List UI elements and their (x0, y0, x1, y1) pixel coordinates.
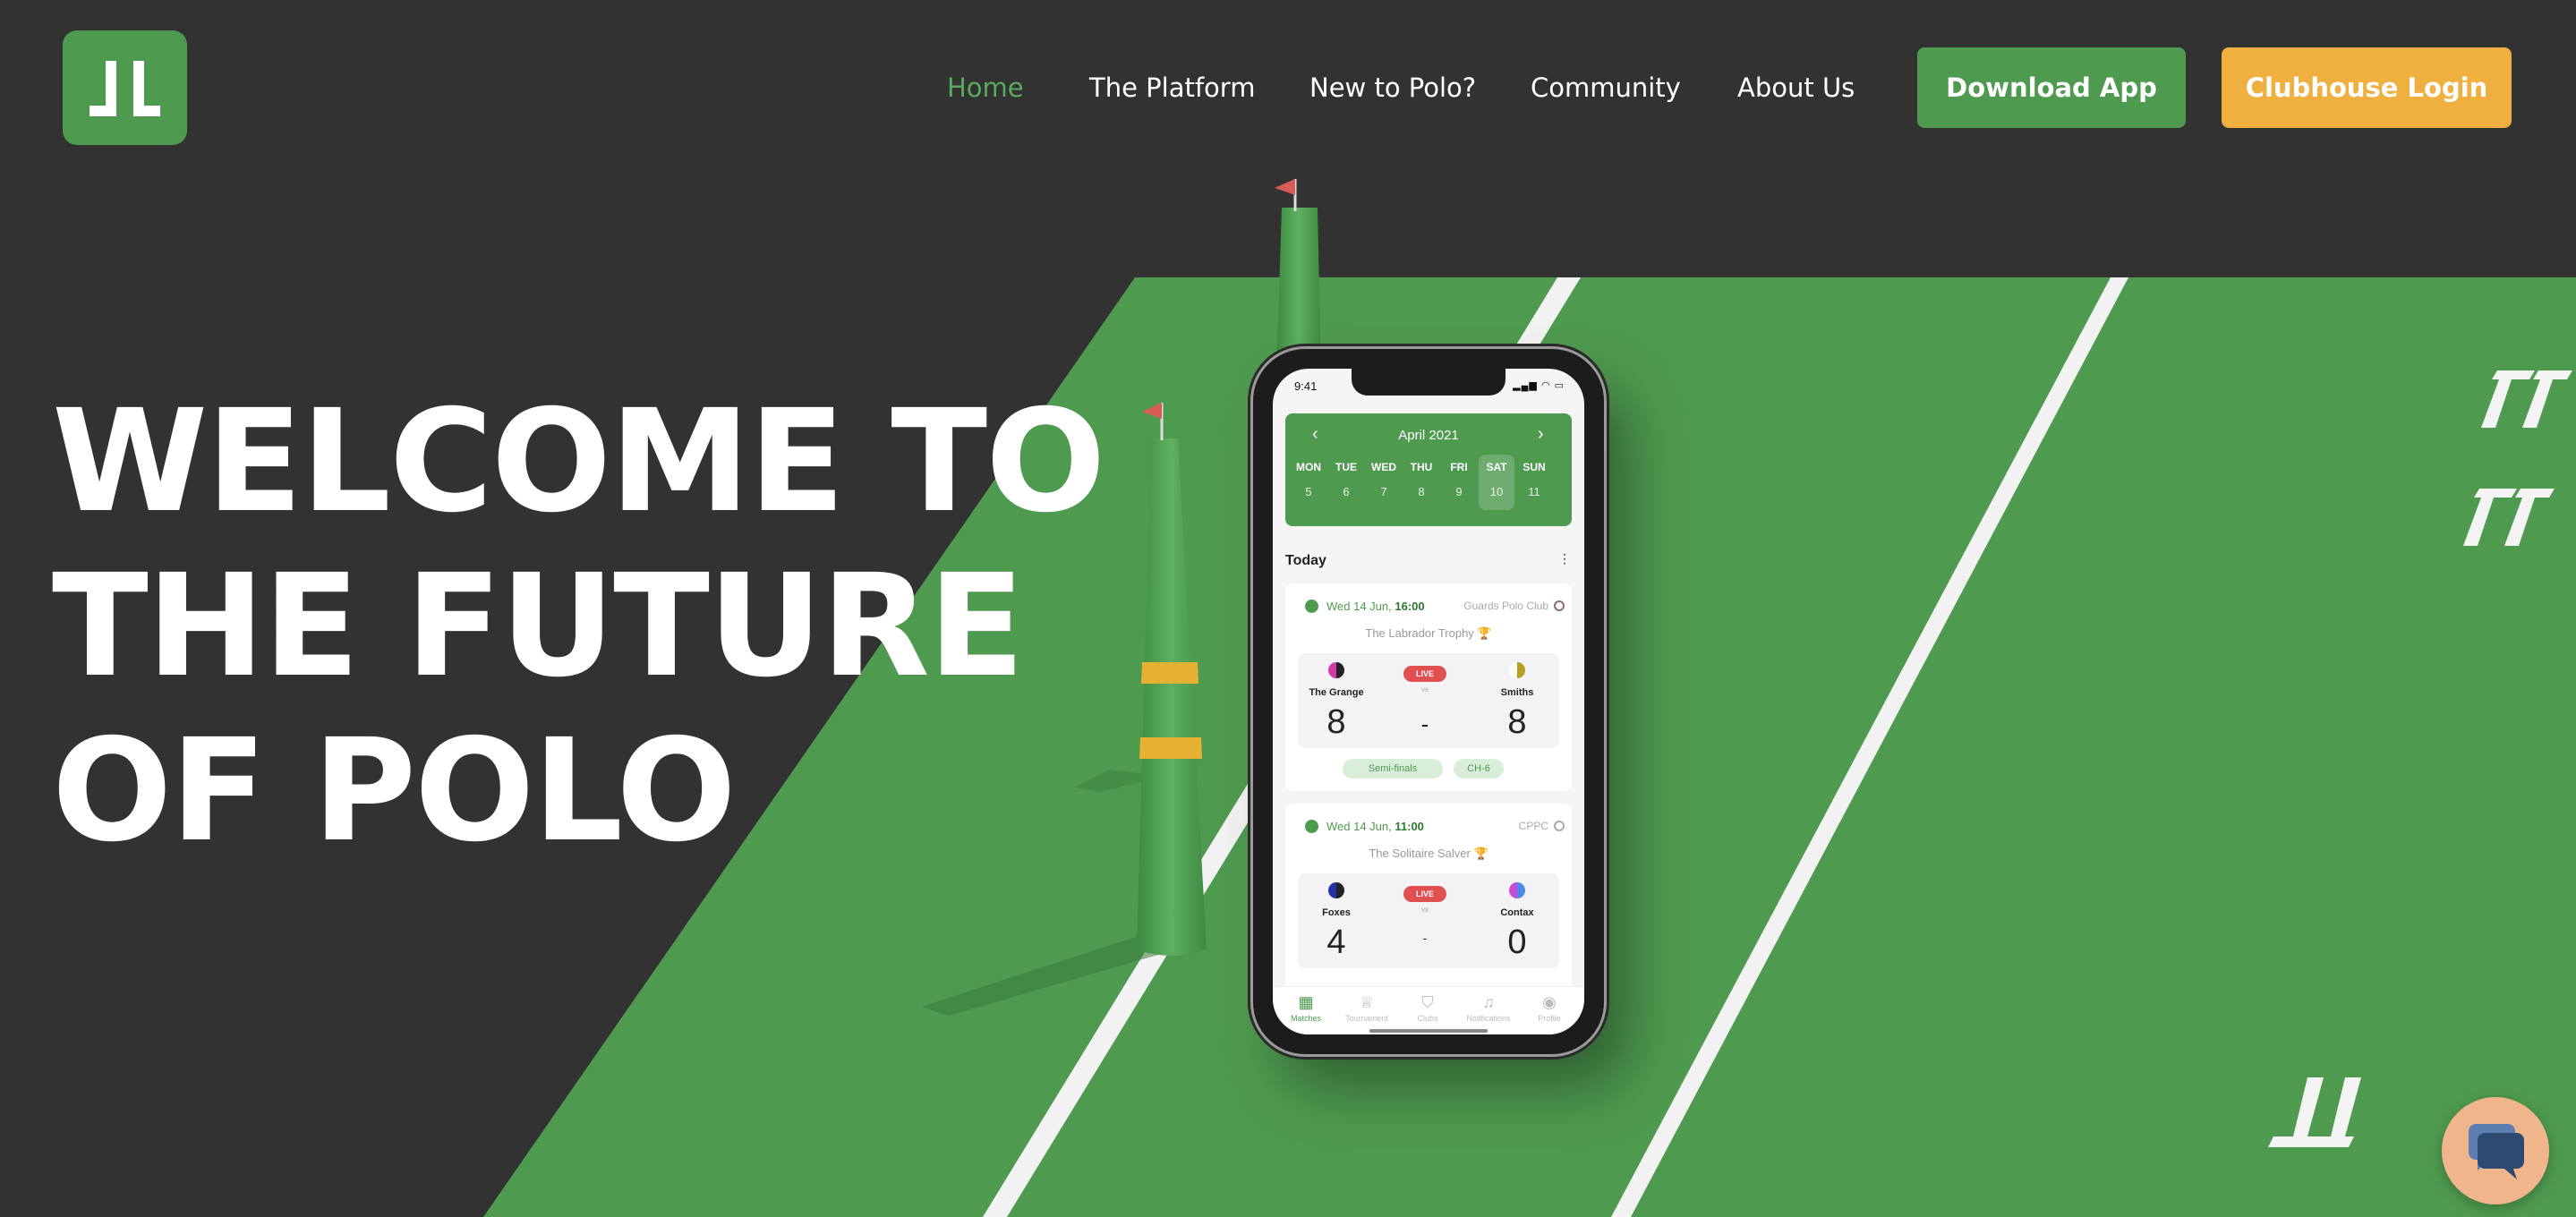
chevron-right-icon[interactable]: › (1538, 424, 1544, 445)
day-date: 6 (1343, 485, 1350, 498)
clubhouse-login-button[interactable]: Clubhouse Login (2222, 47, 2512, 128)
calendar-day[interactable]: SUN 11 (1516, 460, 1552, 499)
team-badge-icon (1328, 662, 1344, 678)
day-name: MON (1296, 461, 1321, 473)
user-icon: ◉ (1542, 993, 1557, 1011)
vs-label: vs (1421, 906, 1429, 914)
check-icon (1305, 600, 1318, 613)
hero-title-line-2: THE FUTURE (52, 544, 1025, 709)
day-date: 11 (1528, 485, 1540, 498)
calendar-widget: ‹ April 2021 › MON 5 TUE 6 WED 7 THU 8 F… (1285, 413, 1572, 526)
chat-bubble-icon (2469, 1124, 2524, 1179)
score-panel: The Grange 8 LIVE vs - Smiths 8 (1298, 653, 1559, 748)
nav-platform-link[interactable]: The Platform (1089, 68, 1255, 107)
match-card[interactable]: Wed 14 Jun, 11:00 CPPC The Solitaire Sal… (1285, 804, 1572, 991)
section-title: Today (1285, 553, 1326, 568)
day-name: SAT (1486, 461, 1507, 473)
away-team-score: 8 (1507, 703, 1527, 741)
hero-title-line-3: OF POLO (52, 709, 737, 873)
download-app-button[interactable]: Download App (1917, 47, 2186, 128)
phone-notch (1352, 369, 1506, 396)
day-name: FRI (1450, 461, 1468, 473)
trophy-icon: 🏆 (1473, 847, 1488, 860)
home-team-name: The Grange (1309, 687, 1364, 698)
check-icon (1305, 820, 1318, 833)
trophy-icon: 🏆 (1477, 626, 1492, 640)
nav-community-link[interactable]: Community (1531, 68, 1681, 107)
club-crest-icon (1554, 821, 1565, 831)
calendar-month: April 2021 (1398, 428, 1459, 443)
day-name: THU (1410, 461, 1433, 473)
live-badge: LIVE (1403, 666, 1446, 682)
app-tab-bar: ▦ Matches ♕ Tournament ⛉ Clubs ♫ Notific… (1273, 986, 1584, 1034)
calendar-day[interactable]: FRI 9 (1441, 460, 1477, 499)
calendar-day[interactable]: TUE 6 (1328, 460, 1364, 499)
tab-clubs[interactable]: ⛉ Clubs (1398, 992, 1457, 1025)
match-club: CPPC (1518, 820, 1548, 832)
phone-screen: 9:41 ▂▄▆ ◠ ▭ ‹ April 2021 › MON 5 TUE 6 … (1273, 369, 1584, 1034)
day-date: 9 (1455, 485, 1463, 498)
day-name: TUE (1335, 461, 1357, 473)
match-tag: CH-6 (1454, 759, 1504, 779)
match-datetime: Wed 14 Jun, 11:00 (1326, 820, 1424, 833)
tab-matches[interactable]: ▦ Matches (1276, 992, 1335, 1025)
hero-title: WELCOME TO THE FUTURE OF POLO (52, 379, 1105, 873)
score-separator: - (1420, 711, 1429, 737)
match-tag: Semi-finals (1343, 759, 1443, 779)
team-badge-icon (1509, 882, 1525, 898)
team-badge-icon (1509, 662, 1525, 678)
home-indicator (1369, 1029, 1488, 1033)
calendar-day-selected[interactable]: SAT 10 (1479, 455, 1514, 510)
home-team-score: 8 (1326, 703, 1346, 741)
day-name: SUN (1523, 461, 1546, 473)
club-crest-icon (1554, 600, 1565, 611)
home-team-name: Foxes (1322, 907, 1351, 918)
score-panel: Foxes 4 LIVE vs - Contax 0 (1298, 873, 1559, 968)
vs-label: vs (1421, 685, 1429, 694)
signal-battery-icon: ▂▄▆ ◠ ▭ (1513, 380, 1565, 391)
nav-home-link[interactable]: Home (947, 68, 1024, 107)
trophy-icon: ♕ (1359, 993, 1375, 1011)
calendar-day[interactable]: WED 7 (1366, 460, 1402, 499)
team-badge-icon (1328, 882, 1344, 898)
tab-tournament[interactable]: ♕ Tournament (1337, 992, 1396, 1025)
home-team-score: 4 (1326, 923, 1346, 961)
day-date: 5 (1305, 485, 1312, 498)
bell-icon: ♫ (1482, 993, 1495, 1011)
match-datetime: Wed 14 Jun, 16:00 (1326, 600, 1425, 613)
day-date: 7 (1380, 485, 1387, 498)
polo-goal-post-back (1275, 179, 1321, 376)
day-name: WED (1371, 461, 1396, 473)
tab-profile[interactable]: ◉ Profile (1520, 992, 1579, 1025)
match-tournament: The Labrador Trophy 🏆 (1365, 626, 1492, 640)
score-separator: - (1422, 931, 1428, 945)
site-logo[interactable] (63, 30, 187, 145)
day-date: 8 (1418, 485, 1425, 498)
calendar-day[interactable]: MON 5 (1291, 460, 1326, 499)
calendar-day[interactable]: THU 8 (1403, 460, 1439, 499)
shield-icon: ⛉ (1421, 993, 1434, 1011)
match-card[interactable]: Wed 14 Jun, 16:00 Guards Polo Club The L… (1285, 583, 1572, 791)
jl-logo-icon (90, 61, 160, 116)
away-team-name: Contax (1500, 907, 1534, 918)
day-date: 10 (1489, 485, 1504, 498)
nav-about-link[interactable]: About Us (1737, 68, 1855, 107)
away-team-name: Smiths (1500, 687, 1534, 698)
hero-title-line-1: WELCOME TO (52, 379, 1105, 544)
nav-new-to-polo-link[interactable]: New to Polo? (1309, 68, 1476, 107)
filter-icon[interactable]: ⫶ (1563, 551, 1567, 570)
match-club: Guards Polo Club (1463, 600, 1548, 612)
live-badge: LIVE (1403, 886, 1446, 902)
tab-notifications[interactable]: ♫ Notifications (1459, 992, 1518, 1025)
phone-mockup: 9:41 ▂▄▆ ◠ ▭ ‹ April 2021 › MON 5 TUE 6 … (1253, 349, 1604, 1054)
away-team-score: 0 (1507, 923, 1527, 961)
chat-widget-button[interactable] (2442, 1097, 2549, 1204)
calendar-icon: ▦ (1298, 993, 1314, 1011)
match-tournament: The Solitaire Salver 🏆 (1369, 847, 1488, 860)
status-time: 9:41 (1294, 379, 1318, 393)
